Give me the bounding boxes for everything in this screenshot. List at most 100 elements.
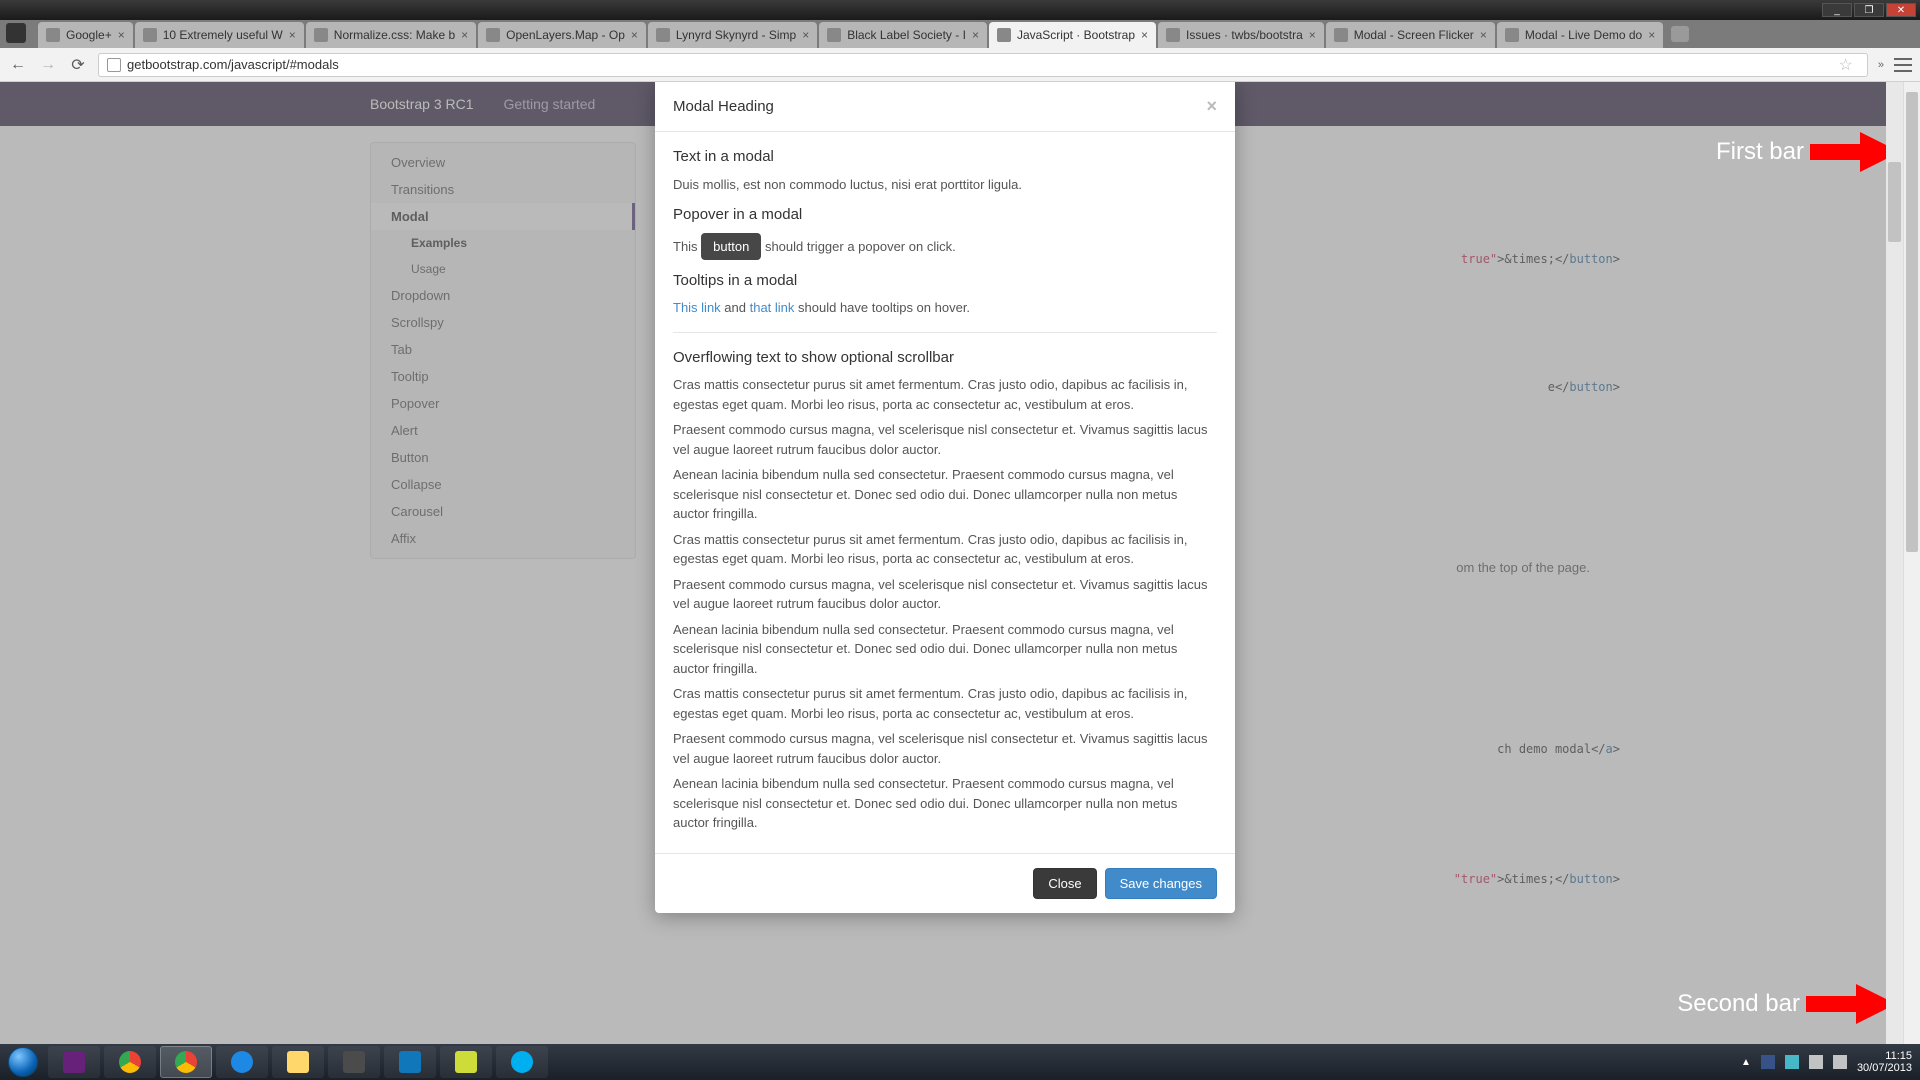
back-button[interactable]: ← <box>8 55 28 75</box>
taskbar-app-vs[interactable] <box>48 1046 100 1078</box>
browser-tab[interactable]: Modal - Screen Flicker × <box>1326 22 1495 48</box>
modal-text: Cras mattis consectetur purus sit amet f… <box>673 684 1217 723</box>
modal-heading: Popover in a modal <box>673 204 1217 227</box>
taskbar-app-notes[interactable] <box>440 1046 492 1078</box>
favicon-icon <box>1505 28 1519 42</box>
modal-footer: Close Save changes <box>655 853 1235 913</box>
modal-heading: Overflowing text to show optional scroll… <box>673 347 1217 370</box>
modal-header: Modal Heading × <box>655 82 1235 132</box>
tray-facebook-icon[interactable] <box>1761 1055 1775 1069</box>
favicon-icon <box>143 28 157 42</box>
outer-scrollbar[interactable] <box>1903 82 1920 1044</box>
divider <box>673 332 1217 333</box>
maximize-button[interactable]: ❐ <box>1854 3 1884 17</box>
tab-close-icon[interactable]: × <box>802 28 809 42</box>
browser-tab[interactable]: Lynyrd Skynyrd - Simp × <box>648 22 817 48</box>
tab-close-icon[interactable]: × <box>1141 28 1148 42</box>
arrow-icon <box>1806 984 1896 1024</box>
tab-close-icon[interactable]: × <box>631 28 638 42</box>
close-button[interactable]: Close <box>1033 868 1096 899</box>
tab-close-icon[interactable]: × <box>118 28 125 42</box>
modal-text: Aenean lacinia bibendum nulla sed consec… <box>673 620 1217 679</box>
new-tab-button[interactable] <box>1671 26 1689 42</box>
windows-orb-icon <box>8 1047 38 1077</box>
tab-label: 10 Extremely useful W <box>163 28 283 42</box>
popover-button[interactable]: button <box>701 233 761 260</box>
tab-label: Google+ <box>66 28 112 42</box>
tab-label: Modal - Screen Flicker <box>1354 28 1474 42</box>
taskbar-app-powershell[interactable] <box>384 1046 436 1078</box>
save-changes-button[interactable]: Save changes <box>1105 868 1217 899</box>
inner-scrollbar[interactable] <box>1886 82 1903 1044</box>
browser-tab[interactable]: JavaScript · Bootstrap × <box>989 22 1156 48</box>
browser-tabstrip: Google+×10 Extremely useful W×Normalize.… <box>0 20 1920 48</box>
window-close-button[interactable]: ✕ <box>1886 3 1916 17</box>
tab-label: OpenLayers.Map - Op <box>506 28 625 42</box>
modal-text: Praesent commodo cursus magna, vel scele… <box>673 575 1217 614</box>
modal-text: Praesent commodo cursus magna, vel scele… <box>673 420 1217 459</box>
modal-body: Text in a modal Duis mollis, est non com… <box>655 132 1235 853</box>
browser-tab[interactable]: OpenLayers.Map - Op × <box>478 22 646 48</box>
tooltip-link[interactable]: that link <box>750 300 795 315</box>
browser-tab[interactable]: Black Label Society - I × <box>819 22 987 48</box>
modal-text: Duis mollis, est non commodo luctus, nis… <box>673 175 1217 195</box>
modal-title: Modal Heading <box>673 98 774 115</box>
taskbar-app-sublime[interactable] <box>328 1046 380 1078</box>
tray-clock[interactable]: 11:1530/07/2013 <box>1857 1050 1912 1074</box>
browser-tab[interactable]: Google+ × <box>38 22 133 48</box>
tab-label: JavaScript · Bootstrap <box>1017 28 1135 42</box>
tooltip-link[interactable]: This link <box>673 300 721 315</box>
reload-button[interactable]: ⟳ <box>68 55 88 75</box>
address-bar[interactable]: getbootstrap.com/javascript/#modals ☆ <box>98 53 1868 77</box>
tab-close-icon[interactable]: × <box>289 28 296 42</box>
favicon-icon <box>46 28 60 42</box>
tab-label: Lynyrd Skynyrd - Simp <box>676 28 796 42</box>
taskbar-app-chrome-active[interactable] <box>160 1046 212 1078</box>
tray-volume-icon[interactable] <box>1833 1055 1847 1069</box>
taskbar-app-ie[interactable] <box>216 1046 268 1078</box>
browser-tab[interactable]: Normalize.css: Make b × <box>306 22 476 48</box>
favicon-icon <box>997 28 1011 42</box>
chrome-menu-icon[interactable] <box>1894 58 1912 72</box>
tray-sync-icon[interactable] <box>1785 1055 1799 1069</box>
tab-label: Black Label Society - I <box>847 28 966 42</box>
favicon-icon <box>1166 28 1180 42</box>
tab-close-icon[interactable]: × <box>461 28 468 42</box>
modal-text: Aenean lacinia bibendum nulla sed consec… <box>673 774 1217 833</box>
tab-close-icon[interactable]: × <box>972 28 979 42</box>
browser-tab[interactable]: 10 Extremely useful W × <box>135 22 304 48</box>
tab-label: Modal - Live Demo do <box>1525 28 1642 42</box>
taskbar-app-chrome[interactable] <box>104 1046 156 1078</box>
url-text: getbootstrap.com/javascript/#modals <box>127 57 339 72</box>
browser-tab[interactable]: Issues · twbs/bootstra × <box>1158 22 1324 48</box>
minimize-button[interactable]: _ <box>1822 3 1852 17</box>
bookmark-star-icon[interactable]: ☆ <box>1839 55 1853 75</box>
favicon-icon <box>827 28 841 42</box>
windows-taskbar: ▲ 11:1530/07/2013 <box>0 1044 1920 1080</box>
taskbar-app-skype[interactable] <box>496 1046 548 1078</box>
browser-toolbar: ← → ⟳ getbootstrap.com/javascript/#modal… <box>0 48 1920 82</box>
annotation-second-bar: Second bar <box>1677 984 1896 1024</box>
modal-heading: Tooltips in a modal <box>673 270 1217 293</box>
modal-text: This button should trigger a popover on … <box>673 233 1217 260</box>
annotation-first-bar: First bar <box>1716 132 1900 172</box>
favicon-icon <box>314 28 328 42</box>
overflow-chevron-icon[interactable]: » <box>1878 59 1884 71</box>
modal-text: Aenean lacinia bibendum nulla sed consec… <box>673 465 1217 524</box>
tab-label: Issues · twbs/bootstra <box>1186 28 1303 42</box>
tab-label: Normalize.css: Make b <box>334 28 455 42</box>
tab-close-icon[interactable]: × <box>1480 28 1487 42</box>
start-button[interactable] <box>0 1044 46 1080</box>
taskbar-app-explorer[interactable] <box>272 1046 324 1078</box>
modal-close-icon[interactable]: × <box>1206 96 1217 117</box>
browser-tab[interactable]: Modal - Live Demo do × <box>1497 22 1663 48</box>
page-viewport: Bootstrap 3 RC1 Getting started Overview… <box>0 82 1920 1044</box>
tab-close-icon[interactable]: × <box>1648 28 1655 42</box>
tray-chevron-icon[interactable]: ▲ <box>1741 1057 1751 1068</box>
tray-power-icon[interactable] <box>1809 1055 1823 1069</box>
forward-button[interactable]: → <box>38 55 58 75</box>
favicon-icon <box>486 28 500 42</box>
tab-close-icon[interactable]: × <box>1309 28 1316 42</box>
modal-text: Cras mattis consectetur purus sit amet f… <box>673 530 1217 569</box>
favicon-icon <box>656 28 670 42</box>
